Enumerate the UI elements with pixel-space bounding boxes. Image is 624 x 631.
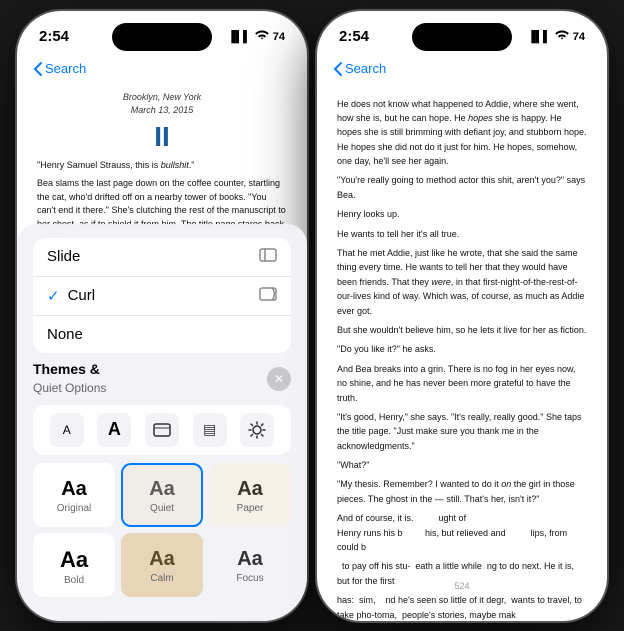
book-location-line1: Brooklyn, New York — [37, 91, 287, 105]
theme-calm-aa: Aa — [149, 548, 175, 571]
status-time-left: 2:54 — [39, 28, 69, 45]
page-number: 524 — [454, 581, 469, 591]
theme-card-original[interactable]: Aa Original — [33, 463, 115, 527]
back-button-left[interactable]: Search — [33, 61, 86, 77]
right-para-0: He does not know what happened to Addie,… — [337, 97, 587, 169]
dismiss-button[interactable]: ✕ — [267, 367, 291, 391]
right-para-6: "Do you like it?" he asks. — [337, 342, 587, 356]
brightness-button[interactable] — [240, 413, 274, 447]
theme-card-paper[interactable]: Aa Paper — [209, 463, 291, 527]
large-a-label: A — [108, 419, 121, 440]
theme-focus-aa: Aa — [237, 548, 263, 571]
layout-icon-button[interactable] — [145, 413, 179, 447]
battery-icon-right: 74 — [573, 31, 585, 43]
option-curl[interactable]: ✓ Curl — [33, 277, 291, 316]
option-curl-label: Curl — [68, 287, 96, 304]
back-button-right[interactable]: Search — [333, 61, 386, 77]
status-icons-right: ▐▌▌ 74 — [527, 30, 585, 44]
decrease-font-button[interactable]: A — [50, 413, 84, 447]
option-slide-icon — [259, 248, 277, 266]
right-para-4: That he met Addie, just like he wrote, t… — [337, 246, 587, 318]
themes-title: Themes & Quiet Options — [33, 361, 106, 397]
overlay-panel: Slide ✓ Curl None — [17, 224, 307, 621]
para-0: "Henry Samuel Strauss, this is bullshit.… — [37, 159, 287, 173]
increase-font-button[interactable]: A — [97, 413, 131, 447]
text-style-icon: ▤ — [203, 421, 216, 438]
font-controls-bar: A A ▤ — [33, 405, 291, 455]
theme-quiet-label: Quiet — [150, 503, 174, 514]
right-para-1: "You're really going to method actor thi… — [337, 173, 587, 202]
small-a-label: A — [63, 423, 71, 437]
option-curl-icon — [259, 287, 277, 305]
book-header: Brooklyn, New York March 13, 2015 — [37, 91, 287, 119]
right-para-9: "What?" — [337, 458, 587, 472]
transition-options: Slide ✓ Curl None — [33, 238, 291, 353]
wifi-icon — [255, 30, 269, 44]
dismiss-icon: ✕ — [274, 372, 284, 386]
chapter-number: II — [37, 122, 287, 153]
right-para-3: He wants to tell her it's all true. — [337, 227, 587, 241]
themes-title-text: Themes & — [33, 361, 100, 377]
right-book-content: He does not know what happened to Addie,… — [317, 83, 607, 621]
right-para-12: Henry runs his b his, but relieved and l… — [337, 526, 587, 555]
right-para-10: "My thesis. Remember? I wanted to do it … — [337, 477, 587, 506]
theme-paper-label: Paper — [237, 503, 264, 514]
right-phone: 2:54 ▐▌▌ 74 Search He does not know what… — [317, 11, 607, 621]
nav-bar-right[interactable]: Search — [317, 59, 607, 83]
theme-bold-label: Bold — [64, 575, 84, 586]
nav-bar-left[interactable]: Search — [17, 59, 307, 83]
right-para-14: has: sim, nd he's seen so little of it d… — [337, 593, 587, 620]
themes-header: Themes & Quiet Options ✕ — [33, 361, 291, 397]
text-style-button[interactable]: ▤ — [193, 413, 227, 447]
theme-cards-grid: Aa Original Aa Quiet Aa Paper Aa Bold Aa — [33, 463, 291, 597]
signal-icon-right: ▐▌▌ — [527, 31, 550, 43]
status-time-right: 2:54 — [339, 28, 369, 45]
phones-container: 2:54 ▐▌▌ 74 Search Brooklyn, New York — [17, 11, 607, 621]
right-para-5: But she wouldn't believe him, so he lets… — [337, 323, 587, 337]
option-slide[interactable]: Slide — [33, 238, 291, 277]
theme-quiet-aa: Aa — [149, 478, 175, 501]
right-para-7: And Bea breaks into a grin. There is no … — [337, 362, 587, 405]
theme-original-label: Original — [57, 503, 91, 514]
theme-original-aa: Aa — [61, 478, 87, 501]
checkmark-icon: ✓ — [47, 287, 60, 305]
signal-icon: ▐▌▌ — [227, 31, 250, 43]
themes-subtitle-text: Quiet Options — [33, 381, 106, 395]
option-none[interactable]: None — [33, 316, 291, 353]
theme-card-calm[interactable]: Aa Calm — [121, 533, 203, 597]
option-slide-label: Slide — [47, 248, 80, 265]
theme-bold-aa: Aa — [60, 547, 88, 573]
theme-calm-label: Calm — [150, 573, 173, 584]
book-location-line2: March 13, 2015 — [37, 104, 287, 118]
back-label-right: Search — [345, 61, 386, 76]
theme-paper-aa: Aa — [237, 478, 263, 501]
back-label-left: Search — [45, 61, 86, 76]
theme-focus-label: Focus — [236, 573, 263, 584]
theme-card-quiet[interactable]: Aa Quiet — [121, 463, 203, 527]
option-none-label: None — [47, 326, 83, 343]
dynamic-island — [112, 23, 212, 51]
wifi-icon-right — [555, 30, 569, 44]
battery-icon: 74 — [273, 31, 285, 43]
theme-card-bold[interactable]: Aa Bold — [33, 533, 115, 597]
right-para-2: Henry looks up. — [337, 207, 587, 221]
status-icons-left: ▐▌▌ 74 — [227, 30, 285, 44]
right-para-11: And of course, it is. ught of — [337, 511, 587, 525]
theme-card-focus[interactable]: Aa Focus — [209, 533, 291, 597]
dynamic-island-right — [412, 23, 512, 51]
right-para-8: "It's good, Henry," she says. "It's real… — [337, 410, 587, 453]
left-phone: 2:54 ▐▌▌ 74 Search Brooklyn, New York — [17, 11, 307, 621]
